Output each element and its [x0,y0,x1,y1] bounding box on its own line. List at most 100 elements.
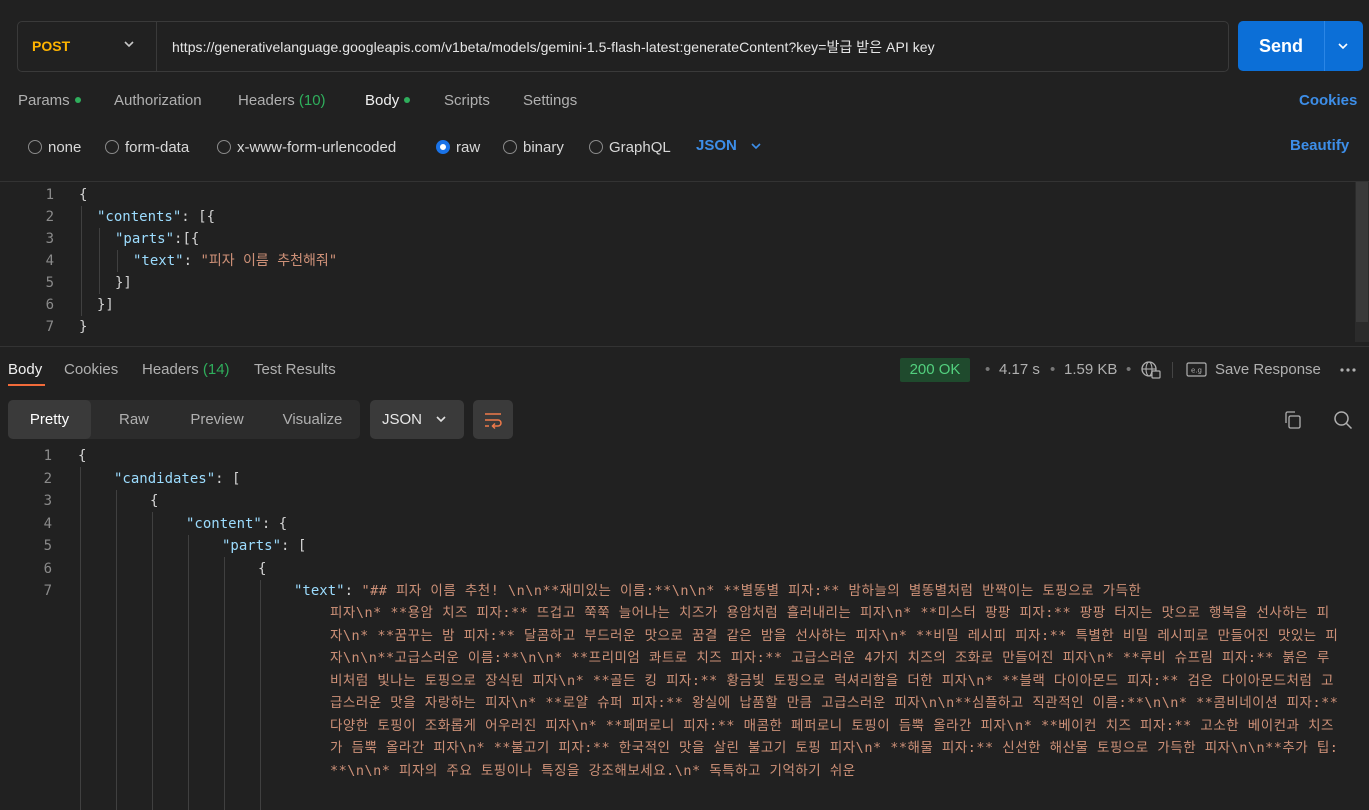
indent-guide [152,512,153,810]
tab-scripts[interactable]: Scripts [444,92,490,109]
radio-circle [217,140,231,154]
tab-body[interactable]: Body [365,92,411,109]
scrollbar-thumb[interactable] [1356,182,1368,322]
code-line: } [79,319,88,335]
status-badge[interactable]: 200 OK [900,358,970,382]
line-number: 5 [45,275,54,291]
url-bar: POST https://generativelanguage.googleap… [17,21,1229,72]
separator-dot: • [1050,361,1056,378]
tab-authorization-label: Authorization [114,92,202,109]
radio-circle [589,140,603,154]
tab-settings-label: Settings [523,92,578,109]
json-punct: : [{ [181,209,216,225]
line-number: 4 [43,515,52,532]
tab-headers[interactable]: Headers (10) [238,92,326,109]
response-format-select[interactable]: JSON [370,400,464,439]
cookies-link[interactable]: Cookies [1299,92,1357,109]
radio-urlencoded-label: x-www-form-urlencoded [237,138,397,156]
headers-count-badge: (14) [202,361,230,378]
line-number: 7 [45,319,54,335]
url-input[interactable]: https://generativelanguage.googleapis.co… [172,37,935,57]
line-number: 1 [45,187,54,203]
view-visualize[interactable]: Visualize [265,400,360,439]
separator [1172,362,1173,378]
radio-form-data-label: form-data [125,138,190,156]
chevron-down-icon [436,416,446,423]
tab-headers-label: Headers [238,92,295,109]
view-pretty[interactable]: Pretty [8,400,91,439]
code-line: "candidates": [ [114,468,240,490]
code-line: "content": { [186,513,287,535]
radio-circle-selected [436,140,450,154]
code-line: "parts": [ [222,535,306,557]
line-number: 7 [43,583,52,599]
response-tab-test-results[interactable]: Test Results [254,361,336,378]
tab-params[interactable]: Params [18,92,81,109]
line-number: 2 [43,470,52,487]
code-line: { [79,187,88,203]
tab-params-label: Params [18,92,70,109]
wrap-lines-button[interactable] [473,400,513,439]
json-key: "contents" [97,209,182,225]
indent-guide [260,580,261,810]
pane-divider[interactable] [0,346,1369,347]
response-format-label: JSON [382,411,423,428]
json-punct: : [ [281,538,307,554]
radio-urlencoded[interactable]: x-www-form-urlencoded [217,137,396,157]
code-line: { [258,560,267,577]
tab-authorization[interactable]: Authorization [114,92,202,109]
json-string: "## 피자 이름 추천! \n\n**재미있는 이름:**\n\n* **별똥… [361,583,1142,599]
body-language-select[interactable]: JSON [696,137,763,154]
tab-scripts-label: Scripts [444,92,490,109]
line-number: 2 [45,209,54,225]
response-tab-headers[interactable]: Headers (14) [142,361,230,378]
response-body-viewer[interactable]: 1 2 3 4 5 6 7 { "candidates": [ { "conte… [0,444,1369,810]
indent-guide [117,250,118,272]
radio-form-data[interactable]: form-data [105,137,189,157]
search-icon[interactable] [1333,410,1353,430]
radio-binary-label: binary [523,138,564,156]
beautify-link[interactable]: Beautify [1290,137,1349,154]
json-key: "parts" [222,538,282,554]
response-tab-body[interactable]: Body [8,361,42,378]
json-punct: : [183,253,201,269]
indent-guide [224,557,225,810]
more-icon[interactable] [1339,366,1357,374]
radio-graphql[interactable]: GraphQL [589,137,671,157]
response-time[interactable]: 4.17 s [999,361,1040,378]
code-line: "text": "피자 이름 추천해줘" [133,250,337,272]
network-globe-icon[interactable] [1140,360,1162,380]
radio-circle [28,140,42,154]
chevron-down-icon [124,41,134,48]
line-number: 1 [43,448,52,464]
separator-dot: • [985,361,991,378]
radio-graphql-label: GraphQL [609,138,671,156]
json-string-continued: 피자\n* **용암 치즈 피자:** 뜨겁고 쭉쭉 늘어나는 치즈가 용암처럼… [330,605,1339,779]
request-body-editor[interactable]: 1 2 3 4 5 6 7 { "contents": [{ "parts":[… [0,181,1369,341]
send-button[interactable]: Send [1238,21,1324,71]
view-raw[interactable]: Raw [99,400,169,439]
chevron-down-icon[interactable] [1336,39,1350,53]
view-preview[interactable]: Preview [169,400,265,439]
method-select[interactable]: POST [18,22,157,71]
method-label: POST [32,38,71,54]
line-number: 3 [43,493,52,509]
radio-circle [503,140,517,154]
radio-binary[interactable]: binary [503,137,564,157]
response-tab-cookies[interactable]: Cookies [64,361,118,378]
json-string: "피자 이름 추천해줘" [200,253,338,269]
radio-raw[interactable]: raw [436,137,480,157]
copy-icon[interactable] [1283,410,1303,430]
save-response-button[interactable]: Save Response [1215,361,1321,378]
radio-none[interactable]: none [28,137,81,157]
response-tab-headers-label: Headers [142,361,199,378]
json-key: "text" [133,253,184,269]
response-size[interactable]: 1.59 KB [1064,361,1117,378]
json-key: "candidates" [114,470,216,487]
tab-settings[interactable]: Settings [523,92,577,109]
radio-none-label: none [48,138,82,156]
indent-guide [99,228,100,294]
code-line: { [78,448,87,464]
chevron-down-icon [751,142,761,149]
indent-guide [80,467,81,810]
